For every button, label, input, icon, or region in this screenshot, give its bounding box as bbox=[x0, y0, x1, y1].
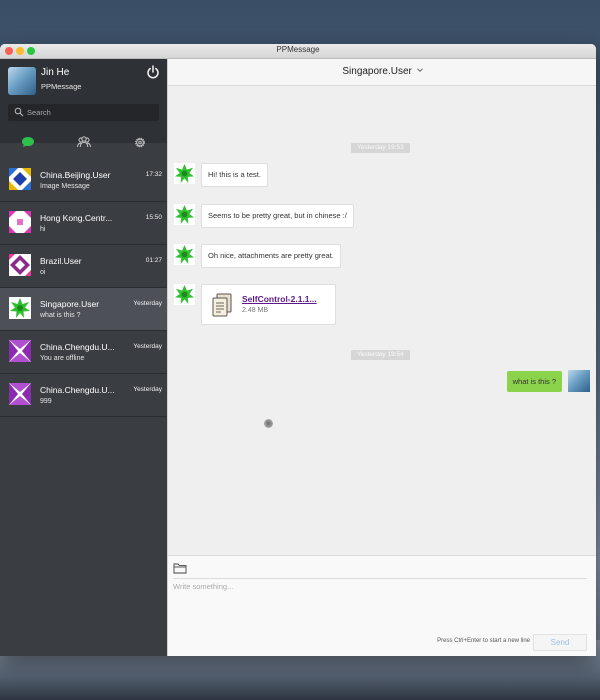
conversation-name: China.Chengdu.U... bbox=[40, 385, 115, 395]
document-icon bbox=[212, 293, 232, 317]
folder-icon[interactable] bbox=[173, 562, 187, 574]
conversation-time: 15:50 bbox=[145, 214, 162, 221]
self-avatar bbox=[568, 370, 590, 392]
conversation-name: Hong Kong.Centr... bbox=[40, 213, 113, 223]
file-name-link[interactable]: SelfControl-2.1.1... bbox=[242, 294, 328, 304]
message-composer: Press Ctrl+Enter to start a new line Sen… bbox=[168, 555, 596, 656]
conversation-item-active[interactable]: Singapore.User what is this ? Yesterday bbox=[0, 288, 167, 331]
time-divider: Yesterday 19:54 bbox=[351, 350, 410, 360]
file-attachment[interactable]: SelfControl-2.1.1... 2.48 MB bbox=[201, 284, 336, 325]
conversation-name: China.Beijing.User bbox=[40, 170, 111, 180]
user-avatar-icon bbox=[9, 254, 31, 276]
file-size: 2.48 MB bbox=[242, 307, 269, 314]
conversation-item[interactable]: China.Chengdu.U... You are offline Yeste… bbox=[0, 331, 167, 374]
conversation-time: 17:32 bbox=[145, 171, 162, 178]
send-button[interactable]: Send bbox=[533, 634, 587, 651]
chat-title[interactable]: Singapore.User bbox=[168, 66, 596, 77]
chat-header: Singapore.User bbox=[168, 59, 596, 86]
conversation-preview: You are offline bbox=[40, 355, 85, 362]
conversation-time: Yesterday bbox=[133, 386, 162, 393]
window-title: PPMessage bbox=[276, 45, 320, 54]
user-avatar-icon bbox=[9, 383, 31, 405]
conversation-item[interactable]: Brazil.User oi 01:27 bbox=[0, 245, 167, 288]
tab-conversations[interactable] bbox=[0, 129, 55, 157]
profile-app-name: PPMessage bbox=[41, 82, 82, 91]
power-icon[interactable] bbox=[146, 65, 160, 79]
tab-contacts[interactable] bbox=[56, 129, 111, 157]
contact-avatar-icon bbox=[174, 204, 195, 225]
profile-avatar[interactable] bbox=[8, 67, 36, 95]
search-input[interactable] bbox=[27, 106, 152, 119]
loading-spinner-icon bbox=[264, 419, 273, 428]
search-icon bbox=[14, 107, 24, 117]
app-window: PPMessage Jin He PPMessage Search China.… bbox=[0, 44, 596, 656]
conversation-item[interactable]: China.Chengdu.U... 999 Yesterday bbox=[0, 374, 167, 417]
chat-bubble-icon bbox=[21, 137, 34, 148]
newline-hint: Press Ctrl+Enter to start a new line bbox=[437, 638, 530, 644]
composer-divider bbox=[173, 578, 587, 579]
contact-avatar-icon bbox=[174, 284, 195, 305]
user-avatar-icon bbox=[9, 297, 31, 319]
conversation-name: China.Chengdu.U... bbox=[40, 342, 115, 352]
contact-avatar-icon bbox=[174, 244, 195, 265]
contact-avatar-icon bbox=[174, 163, 195, 184]
conversation-name: Singapore.User bbox=[40, 299, 100, 309]
conversation-name: Brazil.User bbox=[40, 256, 82, 266]
conversation-item[interactable]: Hong Kong.Centr... hi 15:50 bbox=[0, 202, 167, 245]
conversation-preview: what is this ? bbox=[40, 312, 81, 319]
incoming-message: Hi! this is a test. bbox=[201, 163, 268, 187]
message-input[interactable] bbox=[173, 582, 573, 632]
conversation-time: 01:27 bbox=[145, 257, 162, 264]
gear-icon bbox=[134, 137, 145, 148]
conversation-item[interactable]: China.Beijing.User Image Message 17:32 bbox=[0, 159, 167, 202]
tab-settings[interactable] bbox=[112, 129, 167, 157]
chat-panel: Singapore.User Yesterday 19:53 Hi! this … bbox=[167, 59, 596, 656]
title-bar: PPMessage bbox=[0, 44, 596, 59]
conversation-list: China.Beijing.User Image Message 17:32 H… bbox=[0, 159, 167, 417]
incoming-message: Seems to be pretty great, but in chinese… bbox=[201, 204, 354, 228]
conversation-preview: Image Message bbox=[40, 183, 90, 190]
chevron-down-icon bbox=[416, 68, 423, 72]
profile-name: Jin He bbox=[41, 67, 70, 78]
contacts-icon bbox=[76, 136, 91, 148]
search-box bbox=[8, 104, 159, 121]
conversation-preview: 999 bbox=[40, 398, 52, 405]
conversation-preview: oi bbox=[40, 269, 46, 276]
conversation-time: Yesterday bbox=[133, 300, 162, 307]
conversation-time: Yesterday bbox=[133, 343, 162, 350]
sidebar-tabs bbox=[0, 129, 167, 157]
time-divider: Yesterday 19:53 bbox=[351, 143, 410, 153]
conversation-preview: hi bbox=[40, 226, 46, 233]
sidebar: Jin He PPMessage Search China.Beijing.Us… bbox=[0, 59, 167, 656]
user-avatar-icon bbox=[9, 211, 31, 233]
chat-title-text: Singapore.User bbox=[342, 66, 412, 77]
user-avatar-icon bbox=[9, 340, 31, 362]
outgoing-message: what is this ? bbox=[506, 371, 562, 392]
incoming-message: Oh nice, attachments are pretty great. bbox=[201, 244, 341, 268]
user-avatar-icon bbox=[9, 168, 31, 190]
